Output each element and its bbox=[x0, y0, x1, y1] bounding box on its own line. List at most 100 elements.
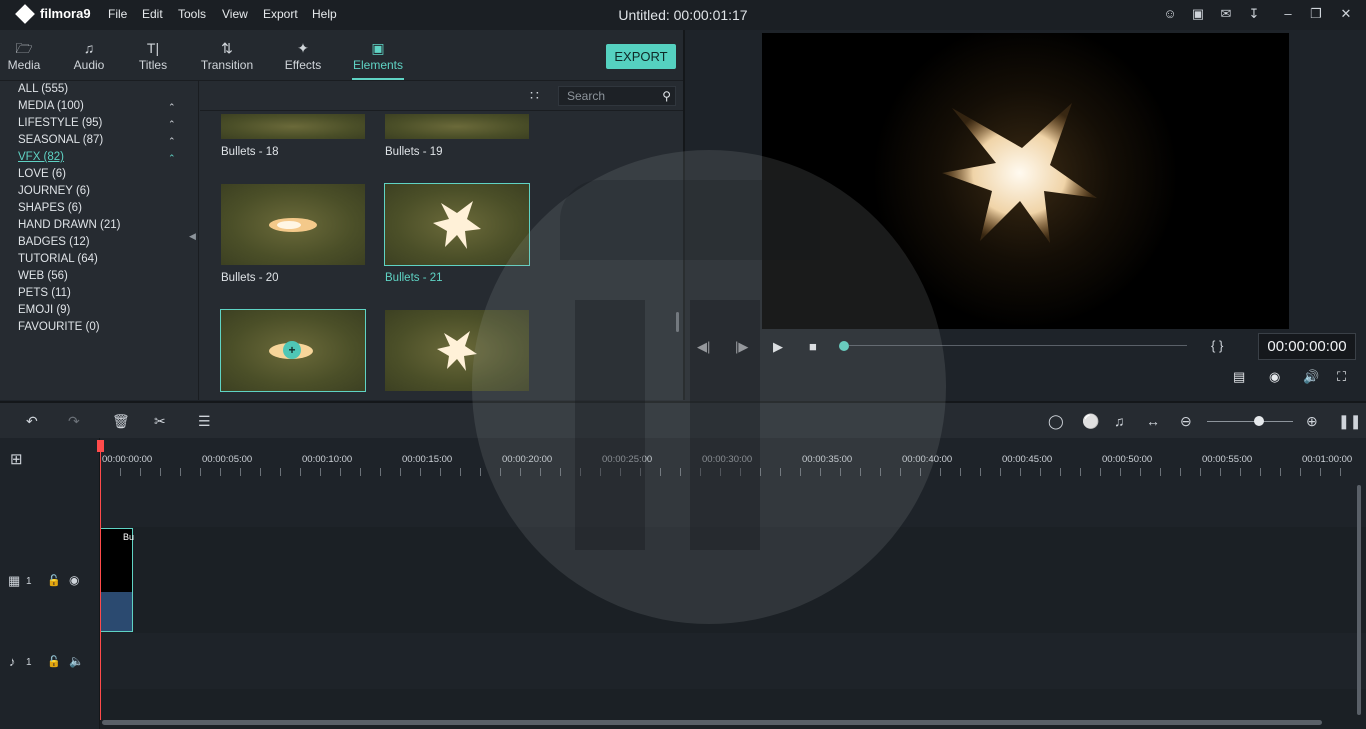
camera-icon[interactable]: ◉ bbox=[1269, 369, 1280, 385]
transition-icon: ⇅ bbox=[221, 40, 233, 56]
thumb-label: Bullets - 19 bbox=[385, 146, 443, 158]
folder-icon: 🗁 bbox=[15, 40, 33, 56]
microphone-icon[interactable]: ⚪ bbox=[1082, 413, 1099, 430]
zoom-out-icon[interactable]: ⊖ bbox=[1180, 413, 1192, 430]
zoom-slider-track[interactable] bbox=[1207, 421, 1293, 422]
grid-scrollbar[interactable] bbox=[676, 312, 679, 332]
lock-icon[interactable]: 🔓 bbox=[47, 574, 61, 587]
playhead[interactable] bbox=[97, 440, 104, 720]
chevron-up-icon[interactable]: ⌃ bbox=[168, 102, 176, 113]
category-emoji[interactable]: EMOJI (9) bbox=[18, 304, 70, 316]
category-lifestyle[interactable]: LIFESTYLE (95) bbox=[18, 117, 102, 129]
ruler-tick: 00:00:00:00 bbox=[102, 454, 153, 465]
fit-timeline-icon[interactable]: ↔ bbox=[1146, 413, 1160, 429]
tab-audio-label: Audio bbox=[73, 58, 105, 72]
marker-icon[interactable]: ◯ bbox=[1048, 413, 1064, 430]
category-pets[interactable]: PETS (11) bbox=[18, 287, 71, 299]
tab-media-label: Media bbox=[7, 58, 41, 72]
zoom-in-icon[interactable]: ⊕ bbox=[1306, 413, 1318, 430]
speaker-icon[interactable]: 🔈 bbox=[69, 654, 84, 668]
eye-icon[interactable]: ◉ bbox=[69, 573, 79, 587]
timeline-toolbar: ↶ ↷ 🗑 ✂ ☰ ◯ ⚪ ♫ ↔ ⊖ ⊕ ❚❚ bbox=[0, 401, 1366, 438]
video-clip[interactable]: Bu bbox=[100, 528, 135, 632]
account-icon[interactable]: ☺ bbox=[1162, 6, 1178, 22]
tab-elements[interactable]: ▣ Elements bbox=[352, 38, 404, 80]
minimize-icon[interactable]: – bbox=[1280, 6, 1296, 22]
active-tab-underline bbox=[352, 78, 404, 80]
category-list: ALL (555) MEDIA (100) ⌃ LIFESTYLE (95) ⌃… bbox=[0, 81, 199, 400]
add-track-icon[interactable]: ⊞ bbox=[10, 450, 23, 468]
category-vfx[interactable]: VFX (82) bbox=[18, 151, 64, 163]
volume-icon[interactable]: 🔊 bbox=[1303, 369, 1319, 385]
thumb-bullets-18[interactable] bbox=[221, 114, 365, 139]
search-input[interactable]: Search ⚲ bbox=[558, 86, 676, 106]
tab-effects[interactable]: ✦ Effects bbox=[282, 38, 324, 72]
lock-icon[interactable]: 🔓 bbox=[47, 655, 61, 668]
category-tutorial[interactable]: TUTORIAL (64) bbox=[18, 253, 98, 265]
chevron-up-icon[interactable]: ⌃ bbox=[168, 153, 176, 164]
category-journey[interactable]: JOURNEY (6) bbox=[18, 185, 90, 197]
restore-icon[interactable]: ❐ bbox=[1308, 6, 1324, 22]
tab-media[interactable]: 🗁 Media bbox=[6, 38, 42, 72]
search-icon[interactable]: ⚲ bbox=[662, 87, 671, 105]
text-icon: T| bbox=[146, 40, 160, 56]
add-to-timeline-icon[interactable]: + bbox=[283, 341, 301, 359]
starburst-graphic bbox=[437, 330, 477, 371]
render-settings-icon[interactable]: ▤ bbox=[1233, 369, 1245, 385]
category-badges[interactable]: BADGES (12) bbox=[18, 236, 90, 248]
category-favourite[interactable]: FAVOURITE (0) bbox=[18, 321, 100, 333]
fullscreen-icon[interactable]: ⛶ bbox=[1337, 369, 1346, 385]
mark-in-out[interactable]: { } bbox=[1211, 338, 1223, 353]
tab-titles[interactable]: T| Titles bbox=[136, 38, 170, 72]
voiceover-list-icon[interactable]: ♫ bbox=[1114, 413, 1125, 429]
category-love[interactable]: LOVE (6) bbox=[18, 168, 66, 180]
thumb-bullets-22[interactable]: + bbox=[220, 309, 366, 392]
export-button[interactable]: EXPORT bbox=[606, 44, 676, 69]
category-seasonal[interactable]: SEASONAL (87) bbox=[18, 134, 103, 146]
close-icon[interactable]: ✕ bbox=[1338, 6, 1354, 22]
undo-icon[interactable]: ↶ bbox=[26, 413, 38, 430]
audio-track[interactable] bbox=[100, 633, 1366, 689]
redo-icon[interactable]: ↷ bbox=[68, 413, 80, 430]
playback-track[interactable] bbox=[849, 345, 1187, 346]
clip-label: Bu bbox=[123, 532, 135, 542]
play-icon[interactable]: ▶ bbox=[773, 339, 783, 355]
grid-view-icon[interactable]: ∷ bbox=[530, 87, 539, 104]
thumb-bullets-23[interactable] bbox=[385, 310, 529, 391]
zoom-slider-handle[interactable] bbox=[1254, 416, 1264, 426]
effects-icon: ✦ bbox=[297, 40, 309, 56]
ruler-tick: 00:00:15:00 bbox=[402, 454, 453, 465]
collapse-panel-icon[interactable]: ◀ bbox=[189, 231, 196, 242]
watermark-logo bbox=[575, 300, 645, 550]
thumb-bullets-21[interactable] bbox=[384, 183, 530, 266]
stop-icon[interactable]: ■ bbox=[809, 339, 817, 354]
category-hand-drawn[interactable]: HAND DRAWN (21) bbox=[18, 219, 120, 231]
ruler-tick: 00:00:35:00 bbox=[802, 454, 853, 465]
mail-icon[interactable]: ✉ bbox=[1218, 6, 1234, 22]
category-shapes[interactable]: SHAPES (6) bbox=[18, 202, 82, 214]
delete-icon[interactable]: 🗑 bbox=[112, 413, 130, 430]
download-icon[interactable]: ↧ bbox=[1246, 6, 1262, 22]
title-bar: filmora9 File Edit Tools View Export Hel… bbox=[0, 0, 1366, 30]
search-placeholder: Search bbox=[567, 89, 606, 103]
thumb-bullets-19[interactable] bbox=[385, 114, 529, 139]
image-icon: ▣ bbox=[371, 40, 385, 56]
adjust-icon[interactable]: ☰ bbox=[198, 413, 211, 430]
thumb-bullets-20[interactable] bbox=[221, 184, 365, 265]
cut-icon[interactable]: ✂ bbox=[154, 413, 166, 430]
chevron-up-icon[interactable]: ⌃ bbox=[168, 136, 176, 147]
category-web[interactable]: WEB (56) bbox=[18, 270, 68, 282]
layout-toggle-icon[interactable]: ❚❚ bbox=[1338, 413, 1361, 430]
category-media[interactable]: MEDIA (100) bbox=[18, 100, 84, 112]
timeline-horizontal-scrollbar[interactable] bbox=[102, 720, 1322, 725]
audio-track-icon: ♪ bbox=[9, 654, 16, 669]
save-icon[interactable]: ▣ bbox=[1190, 6, 1206, 22]
playback-scrubber[interactable] bbox=[839, 341, 849, 351]
timeline-vertical-scrollbar[interactable] bbox=[1357, 485, 1361, 715]
muzzle-flash-graphic bbox=[269, 217, 317, 232]
starburst-graphic bbox=[433, 200, 481, 249]
tab-audio[interactable]: ♫ Audio bbox=[70, 38, 108, 72]
chevron-up-icon[interactable]: ⌃ bbox=[168, 119, 176, 130]
tab-transition[interactable]: ⇅ Transition bbox=[198, 38, 256, 72]
category-all[interactable]: ALL (555) bbox=[18, 83, 68, 95]
